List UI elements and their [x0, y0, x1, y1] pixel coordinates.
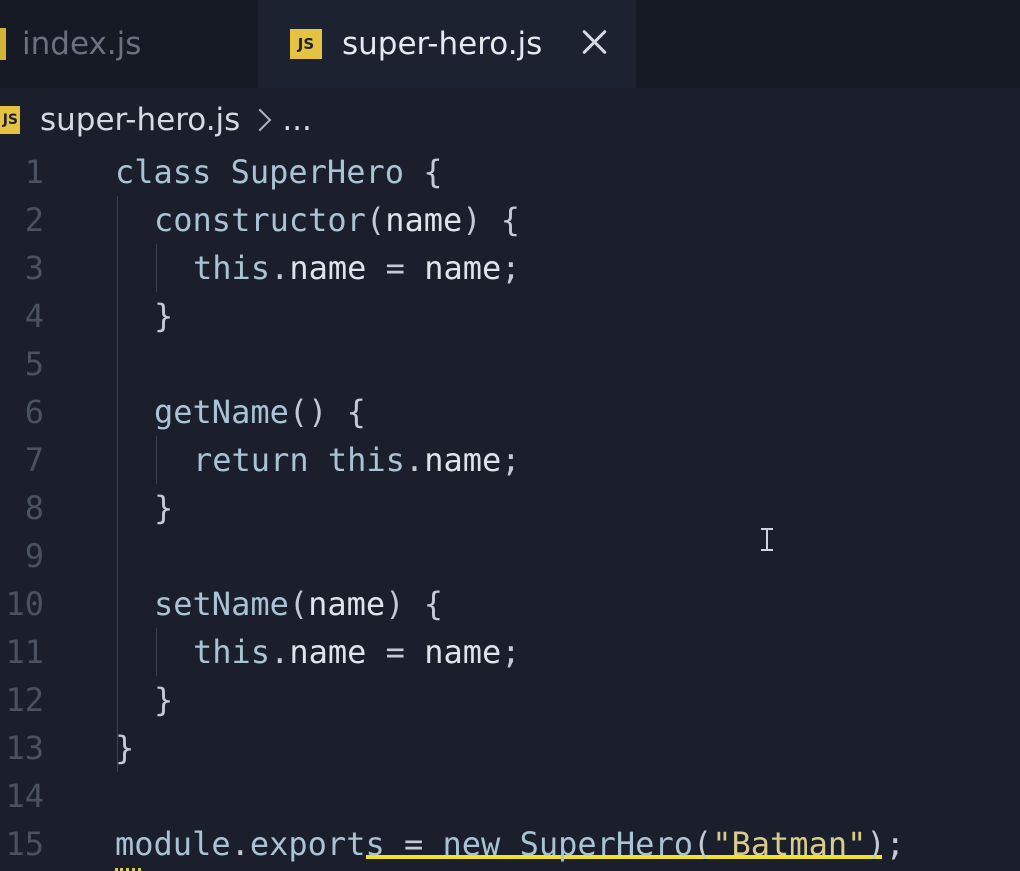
line-number: 2	[24, 201, 44, 239]
line-number: 13	[5, 729, 44, 767]
code-token: ;	[501, 441, 521, 479]
code-token: this	[193, 633, 271, 671]
code-token: ) {	[385, 585, 443, 623]
code-token: =	[385, 249, 425, 287]
code-text: this.name = name;	[193, 244, 521, 292]
code-token: ) {	[462, 201, 521, 239]
line-number: 5	[24, 345, 44, 383]
code-line[interactable]: 6 getName() {	[0, 388, 1020, 436]
code-line[interactable]: 3 this.name = name;	[0, 244, 1020, 292]
code-token: =	[385, 633, 425, 671]
code-token: return	[193, 441, 328, 479]
breadcrumb-file[interactable]: super-hero.js	[40, 102, 240, 138]
code-token: exports	[249, 825, 404, 863]
code-line[interactable]: 8}	[0, 484, 1020, 532]
code-token: constructor	[154, 201, 366, 239]
code-line[interactable]: 2 constructor(name) {	[0, 196, 1020, 244]
code-token: name	[289, 633, 386, 671]
tab-label: index.js	[22, 26, 142, 62]
code-token: "Batman"	[712, 825, 867, 863]
code-line[interactable]: 7 return this.name;	[0, 436, 1020, 484]
code-token: setName	[154, 585, 289, 623]
chevron-right-icon	[249, 108, 272, 132]
line-number: 1	[24, 153, 44, 191]
code-line[interactable]: 1 class SuperHero {	[0, 148, 1020, 196]
code-line[interactable]: 4}	[0, 292, 1020, 340]
code-token: =	[403, 825, 443, 863]
js-file-icon	[0, 28, 6, 60]
code-token: .	[230, 825, 250, 863]
line-number: 15	[5, 825, 44, 863]
code-text: setName(name) {	[154, 580, 443, 628]
code-line[interactable]: 12}	[0, 676, 1020, 724]
code-token: name	[308, 585, 386, 623]
line-number: 9	[24, 537, 44, 575]
code-line[interactable]: 11 this.name = name;	[0, 628, 1020, 676]
code-token: () {	[288, 393, 366, 431]
line-number: 12	[5, 681, 44, 719]
code-line[interactable]: 15 module.exports = new SuperHero("Batman…	[0, 820, 1020, 868]
code-text: class SuperHero {	[115, 148, 443, 196]
code-token: (	[692, 825, 713, 863]
code-token: class	[115, 153, 231, 191]
code-token: SuperHero	[230, 153, 404, 191]
code-text: return this.name;	[193, 436, 521, 484]
line-number: 11	[5, 633, 44, 671]
code-token: this	[327, 441, 405, 479]
code-token: }	[154, 297, 174, 335]
code-text: module.exports = new SuperHero("Batman")…	[115, 820, 905, 868]
code-token: }	[115, 729, 135, 767]
tab-super-hero-js[interactable]: JS super-hero.js	[258, 0, 636, 88]
line-number: 3	[24, 249, 44, 287]
code-line[interactable]: 13}	[0, 724, 1020, 772]
code-token: name	[385, 201, 463, 239]
code-token: }	[154, 681, 174, 719]
line-number: 8	[24, 489, 44, 527]
code-token: (	[365, 201, 386, 239]
line-number: 4	[24, 297, 44, 335]
code-token: (	[288, 585, 309, 623]
code-token: );	[866, 825, 905, 863]
code-token: ;	[501, 633, 521, 671]
code-token: .	[404, 441, 425, 479]
code-token: getName	[154, 393, 289, 431]
code-line[interactable]: 5	[0, 340, 1020, 388]
js-file-icon: JS	[290, 29, 322, 59]
code-token: .	[270, 249, 290, 287]
code-token: module	[115, 825, 231, 863]
code-token: ;	[501, 249, 521, 287]
code-token: new	[442, 825, 520, 863]
code-token: name	[424, 633, 502, 671]
tab-index-js[interactable]: index.js	[0, 0, 258, 88]
js-file-icon: JS	[0, 106, 20, 134]
code-token: name	[424, 441, 502, 479]
breadcrumb-symbols[interactable]: ...	[282, 102, 312, 138]
code-text: getName() {	[154, 388, 366, 436]
line-number: 10	[5, 585, 44, 623]
code-token: name	[424, 249, 502, 287]
code-token: .	[270, 633, 290, 671]
line-number: 7	[24, 441, 44, 479]
code-token: }	[154, 489, 174, 527]
code-editor[interactable]: 1 class SuperHero {2 constructor(name) {3 t…	[0, 148, 1020, 871]
code-text: }	[154, 484, 173, 532]
code-line[interactable]: 9	[0, 532, 1020, 580]
code-text: }	[115, 724, 134, 772]
code-token: name	[289, 249, 386, 287]
code-token: this	[193, 249, 271, 287]
tab-label: super-hero.js	[342, 26, 543, 62]
line-number: 6	[24, 393, 44, 431]
code-text: this.name = name;	[193, 628, 521, 676]
code-text: }	[154, 676, 173, 724]
code-text: constructor(name) {	[154, 196, 520, 244]
code-line[interactable]: 10 setName(name) {	[0, 580, 1020, 628]
code-token: {	[403, 153, 443, 191]
editor-tab-bar: index.js JS super-hero.js	[0, 0, 1020, 88]
code-text: }	[154, 292, 173, 340]
line-number: 14	[5, 777, 44, 815]
code-line[interactable]: 14	[0, 772, 1020, 820]
code-token: SuperHero	[519, 825, 693, 863]
close-icon[interactable]	[578, 26, 610, 58]
breadcrumb: JS super-hero.js ...	[0, 96, 312, 144]
